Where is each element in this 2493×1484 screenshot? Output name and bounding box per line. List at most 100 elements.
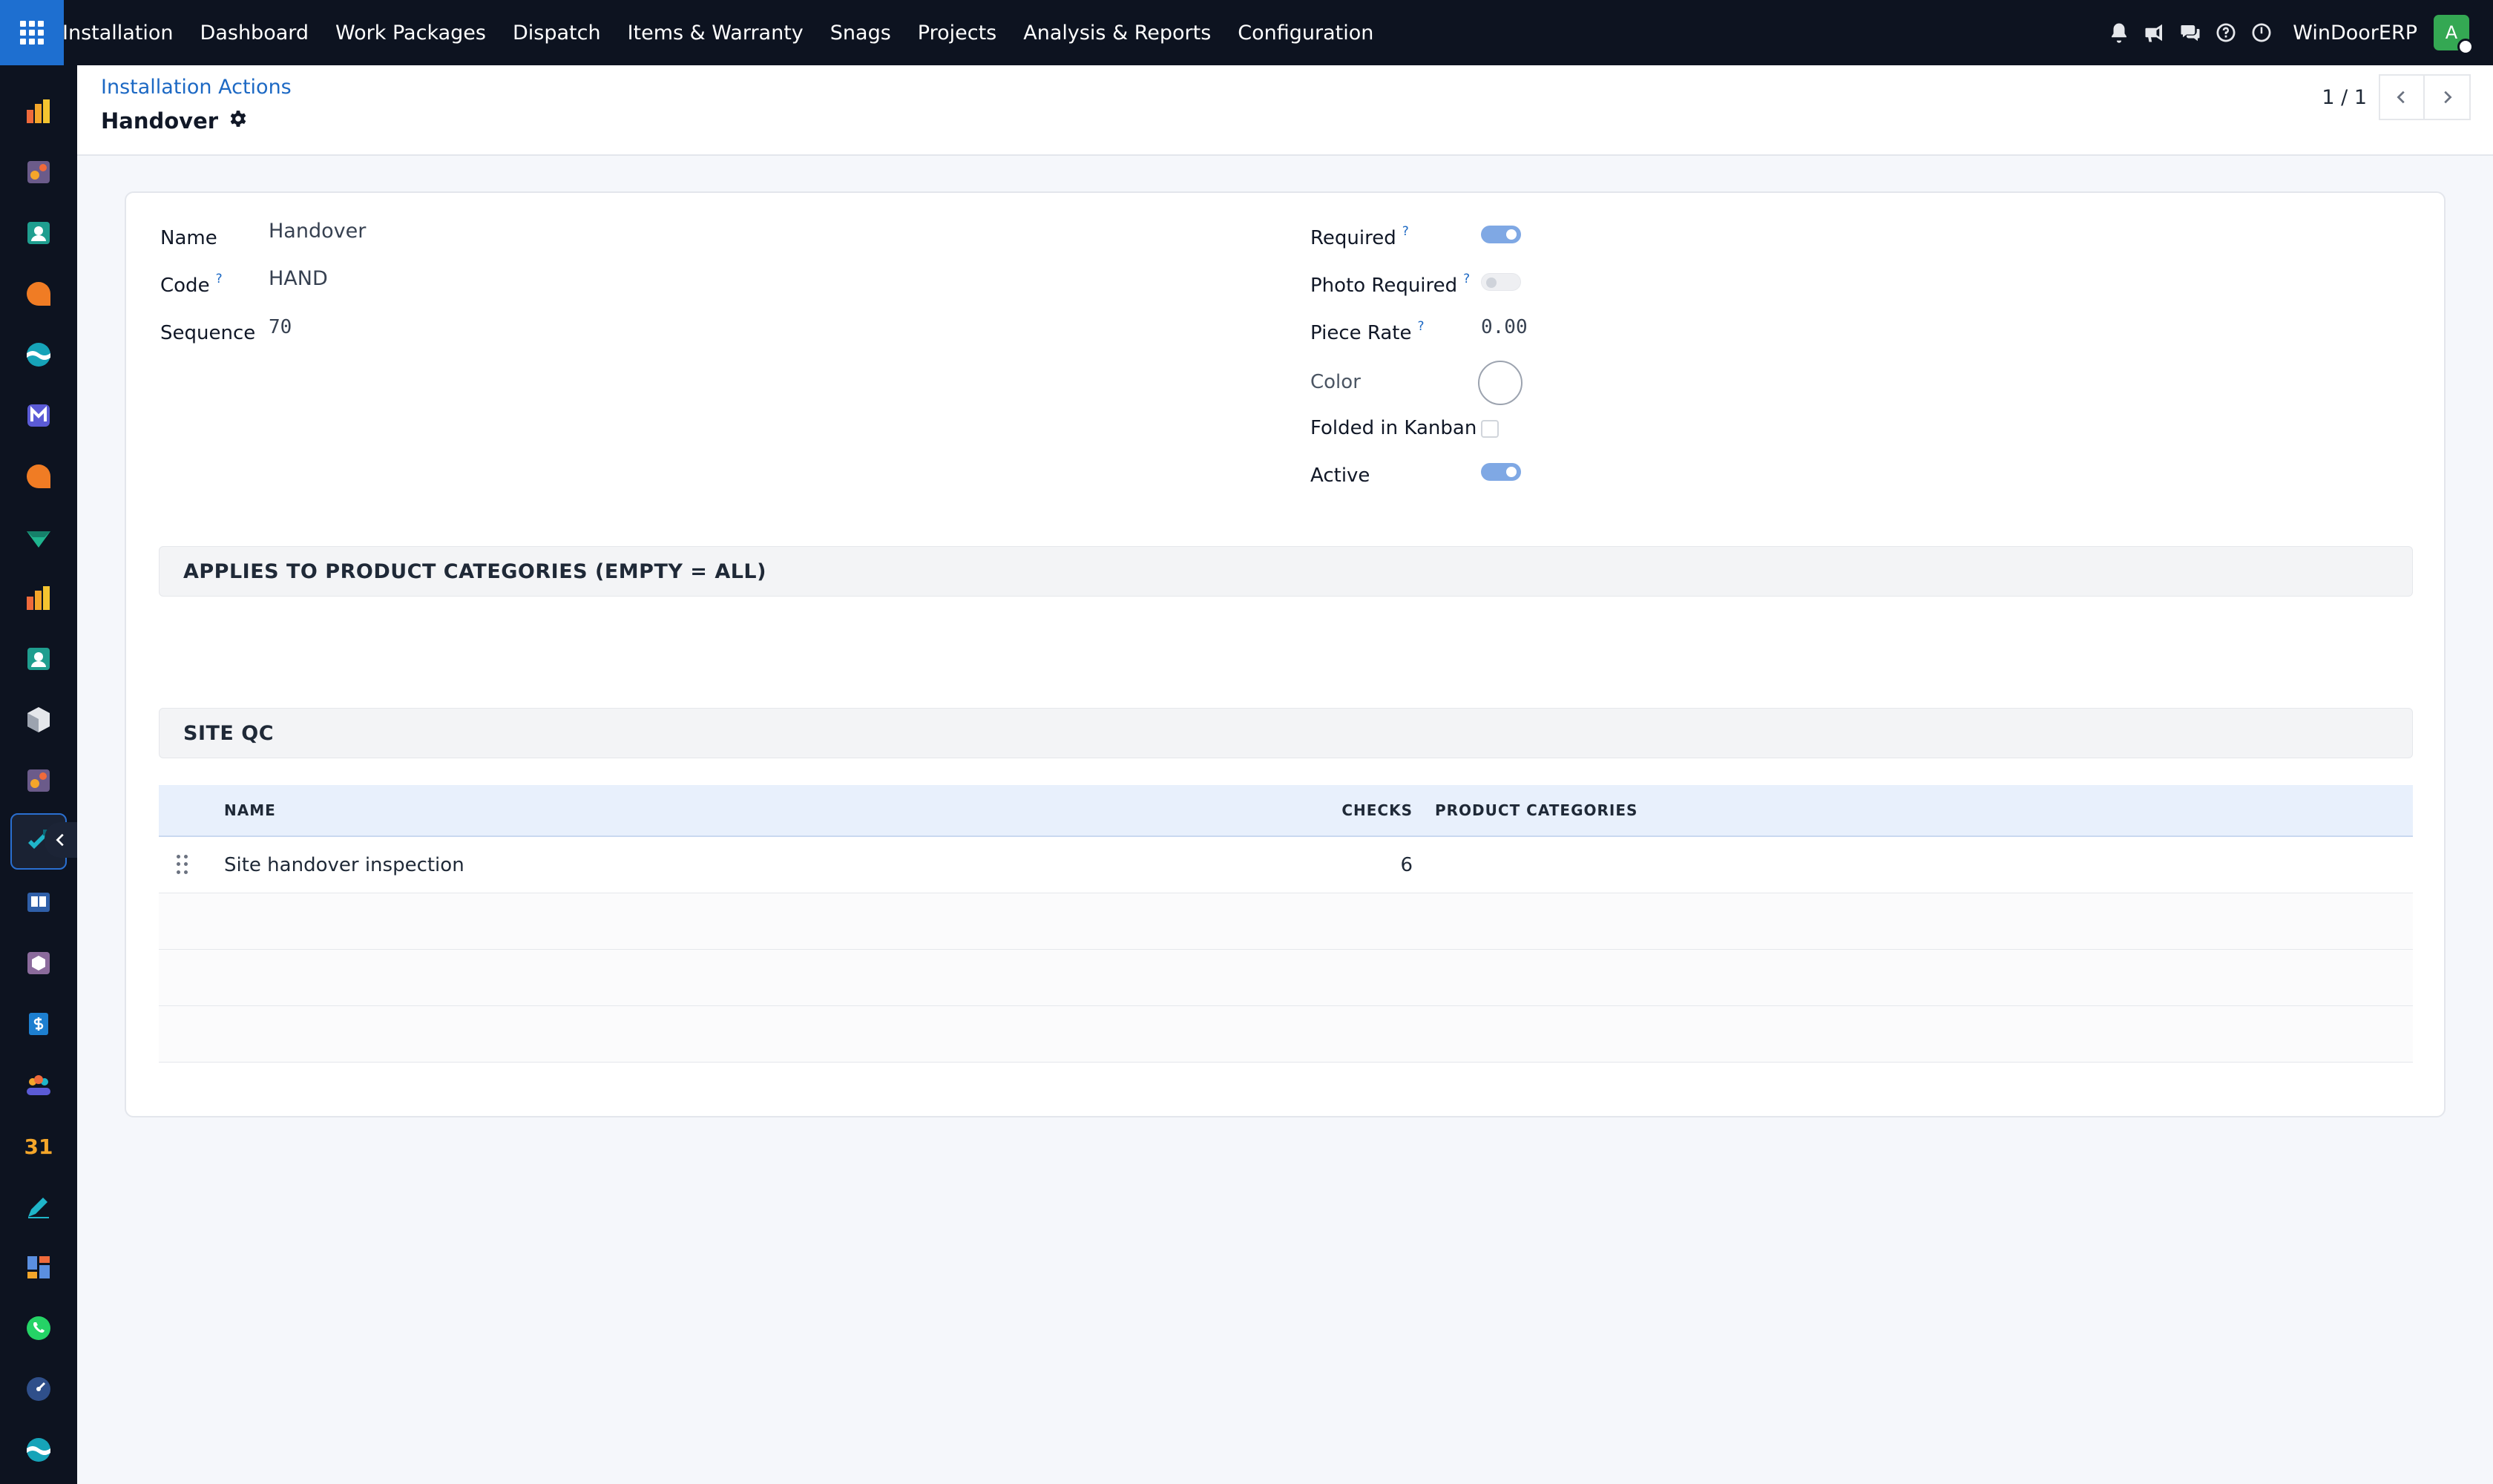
- clock-icon[interactable]: [2244, 0, 2279, 65]
- pager-previous-button[interactable]: [2379, 74, 2425, 120]
- globe-waves-icon: [27, 343, 50, 367]
- pen-sign-icon: [28, 1198, 49, 1218]
- app-icon-knowledge[interactable]: [10, 874, 67, 930]
- column-header-product-categories[interactable]: PRODUCT CATEGORIES: [1435, 785, 1638, 835]
- row-name-cell[interactable]: Site handover inspection: [224, 837, 464, 893]
- help-tooltip-icon[interactable]: ?: [1402, 224, 1409, 239]
- app-icon-products[interactable]: [10, 935, 67, 991]
- app-icon-discuss[interactable]: [10, 266, 67, 322]
- app-icon-contacts[interactable]: [10, 205, 67, 261]
- chevron-left-icon: [2397, 91, 2405, 104]
- main-menu: Installation Dashboard Work Packages Dis…: [62, 0, 1387, 65]
- pager: 1 / 1: [2322, 74, 2471, 120]
- menu-item-items-warranty[interactable]: Items & Warranty: [614, 0, 817, 65]
- form-sheet: Name Handover Code? HAND Sequence 70 Req…: [125, 191, 2446, 1117]
- pager-next-button[interactable]: [2425, 74, 2471, 120]
- user-avatar[interactable]: A: [2434, 15, 2474, 55]
- piece-rate-field[interactable]: 0.00: [1481, 316, 1528, 338]
- globe-waves-icon: [27, 1438, 50, 1462]
- app-icon-dashboards[interactable]: [10, 1239, 67, 1296]
- chat-icon[interactable]: [2172, 0, 2208, 65]
- pager-value[interactable]: 1 / 1: [2322, 86, 2367, 109]
- megaphone-icon[interactable]: [2137, 0, 2172, 65]
- app-icon-website-2[interactable]: [10, 1422, 67, 1478]
- app-sidebar: 31: [0, 65, 77, 1484]
- app-icon-mail[interactable]: [10, 387, 67, 444]
- color-picker[interactable]: [1478, 361, 1523, 405]
- code-label: Code?: [160, 272, 223, 297]
- cube-icon: [27, 707, 50, 732]
- contact-card-icon: [27, 222, 50, 244]
- palette-icon: [27, 161, 50, 183]
- menu-item-installation[interactable]: Installation: [62, 0, 187, 65]
- gauge-icon: [27, 1377, 50, 1401]
- row-checks-cell[interactable]: 6: [1294, 837, 1413, 893]
- active-toggle[interactable]: [1481, 463, 1521, 481]
- app-icon-invoicing[interactable]: [10, 996, 67, 1052]
- app-icon-reports[interactable]: [10, 570, 67, 626]
- menu-item-configuration[interactable]: Configuration: [1224, 0, 1387, 65]
- section-site-qc: SITE QC: [159, 708, 2413, 758]
- company-switcher[interactable]: WinDoorERP: [2293, 22, 2417, 45]
- photo-required-label: Photo Required?: [1310, 272, 1471, 297]
- column-header-checks[interactable]: CHECKS: [1294, 785, 1413, 835]
- app-icon-livechat[interactable]: [10, 448, 67, 505]
- menu-item-analysis-reports[interactable]: Analysis & Reports: [1010, 0, 1224, 65]
- section-product-categories: APPLIES TO PRODUCT CATEGORIES (EMPTY = A…: [159, 546, 2413, 597]
- app-icon-inventory[interactable]: [10, 509, 67, 565]
- app-icon-timer[interactable]: [10, 1361, 67, 1417]
- menu-item-snags[interactable]: Snags: [817, 0, 904, 65]
- photo-required-toggle[interactable]: [1481, 273, 1521, 291]
- menu-item-projects[interactable]: Projects: [904, 0, 1010, 65]
- toggle-knob: [1506, 467, 1517, 477]
- bell-icon[interactable]: [2101, 0, 2137, 65]
- toggle-knob: [1506, 229, 1517, 240]
- table-row-empty: [159, 950, 2413, 1006]
- required-toggle[interactable]: [1481, 226, 1521, 243]
- avatar-initial: A: [2445, 22, 2458, 43]
- help-icon[interactable]: [2208, 0, 2244, 65]
- folded-in-kanban-checkbox[interactable]: [1481, 420, 1499, 438]
- help-tooltip-icon[interactable]: ?: [1418, 319, 1425, 334]
- table-row-empty: [159, 893, 2413, 950]
- gear-icon[interactable]: [229, 108, 248, 134]
- app-icon-sign[interactable]: [10, 1178, 67, 1235]
- app-icon-team[interactable]: [10, 1057, 67, 1113]
- breadcrumb-installation-actions[interactable]: Installation Actions: [101, 76, 292, 99]
- mail-m-icon: [27, 404, 50, 427]
- control-panel: Installation Actions Handover 1 / 1: [77, 65, 2493, 156]
- app-icon-employees[interactable]: [10, 631, 67, 687]
- menu-item-work-packages[interactable]: Work Packages: [322, 0, 499, 65]
- table-row-empty: [159, 1006, 2413, 1063]
- help-tooltip-icon[interactable]: ?: [1463, 272, 1470, 286]
- menu-item-dashboard[interactable]: Dashboard: [187, 0, 322, 65]
- apps-grid-icon: [20, 21, 44, 45]
- column-header-name[interactable]: NAME: [224, 785, 276, 835]
- app-icon-packages[interactable]: [10, 692, 67, 748]
- sidebar-collapse-button[interactable]: [45, 822, 77, 858]
- help-tooltip-icon[interactable]: ?: [216, 272, 223, 286]
- chevron-left-icon: [56, 833, 64, 847]
- calendar-31-icon: 31: [24, 1135, 53, 1159]
- table-row[interactable]: Site handover inspection 6: [159, 837, 2413, 893]
- drag-handle-icon[interactable]: [177, 855, 188, 876]
- whatsapp-icon: [27, 1316, 50, 1340]
- menu-item-dispatch[interactable]: Dispatch: [499, 0, 614, 65]
- book-icon: [27, 893, 50, 912]
- sequence-field[interactable]: 70: [269, 316, 292, 338]
- app-icon-website[interactable]: [10, 326, 67, 383]
- palette-icon: [27, 769, 50, 792]
- name-field[interactable]: Handover: [269, 220, 366, 243]
- app-icon-studio-2[interactable]: [10, 752, 67, 809]
- site-qc-table: NAME CHECKS PRODUCT CATEGORIES Site hand…: [159, 785, 2413, 1063]
- app-icon-studio[interactable]: [10, 144, 67, 200]
- record-title-text: Handover: [101, 108, 219, 134]
- apps-menu-button[interactable]: [0, 0, 64, 65]
- folded-in-kanban-label: Folded in Kanban: [1310, 417, 1477, 439]
- app-icon-dashboard[interactable]: [10, 83, 67, 139]
- code-field[interactable]: HAND: [269, 267, 328, 290]
- app-icon-whatsapp[interactable]: [10, 1300, 67, 1356]
- table-header: NAME CHECKS PRODUCT CATEGORIES: [159, 785, 2413, 837]
- people-icon: [27, 1075, 50, 1095]
- app-icon-calendar[interactable]: 31: [10, 1117, 67, 1174]
